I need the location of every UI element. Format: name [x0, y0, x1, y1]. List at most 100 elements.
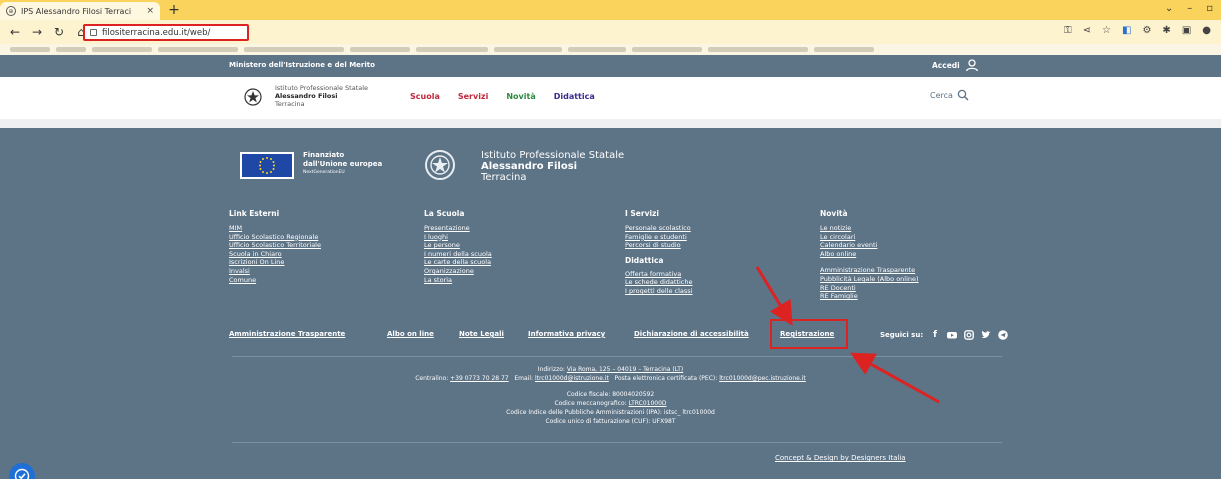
- extensions-puzzle-icon[interactable]: ✱: [1162, 25, 1170, 36]
- footer-link[interactable]: RE Famiglie: [820, 292, 919, 301]
- browser-tabstrip: ⊕ IPS Alessandro Filosi Terraci × + ⌄ – …: [0, 0, 1221, 20]
- bookmark-item[interactable]: [350, 47, 410, 52]
- new-tab-button[interactable]: +: [166, 2, 182, 18]
- footer-link[interactable]: Le carte della scuola: [424, 258, 492, 267]
- bookmark-item[interactable]: [10, 47, 50, 52]
- link-informativa-privacy[interactable]: Informativa privacy: [528, 330, 605, 338]
- instagram-icon[interactable]: [964, 330, 975, 340]
- social-links: Seguici su: f: [880, 330, 1008, 340]
- footer-link[interactable]: Amministrazione Trasparente: [820, 266, 919, 275]
- bookmark-item[interactable]: [494, 47, 562, 52]
- sidebar-icon[interactable]: ▣: [1182, 25, 1191, 36]
- email-link[interactable]: ltrc01000d@istruzione.it: [535, 375, 609, 382]
- close-tab-icon[interactable]: ×: [146, 6, 154, 16]
- phone-link[interactable]: +39 0773 70 28 77: [450, 375, 508, 382]
- search-label: Cerca: [930, 90, 953, 100]
- footer-link[interactable]: I luoghi: [424, 233, 492, 242]
- footer-link[interactable]: Ufficio Scolastico Territoriale: [229, 241, 321, 250]
- telegram-icon[interactable]: [998, 330, 1008, 340]
- bookmark-star-icon[interactable]: ☆: [1102, 25, 1111, 36]
- footer-link[interactable]: Le notizie: [820, 224, 919, 233]
- footer-divider: [232, 442, 1002, 443]
- site-footer: Finanziato dall'Unione europea NextGener…: [0, 128, 1221, 479]
- nav-scuola[interactable]: Scuola: [410, 92, 440, 101]
- extension-gear-icon[interactable]: ⚙: [1142, 25, 1151, 36]
- footer-link[interactable]: La storia: [424, 276, 492, 285]
- footer-link[interactable]: Invalsi: [229, 267, 321, 276]
- school-logo-text[interactable]: Istituto Professionale Statale Alessandr…: [275, 84, 368, 108]
- footer-link[interactable]: Comune: [229, 276, 321, 285]
- footer-link[interactable]: Organizzazione: [424, 267, 492, 276]
- footer-link[interactable]: Ufficio Scolastico Regionale: [229, 233, 321, 242]
- nav-novita[interactable]: Novità: [506, 92, 535, 101]
- republic-emblem-icon[interactable]: [244, 88, 262, 106]
- facebook-icon[interactable]: f: [930, 330, 940, 340]
- footer-link[interactable]: Offerta formativa: [625, 270, 692, 279]
- pec-link[interactable]: ltrc01000d@pec.istruzione.it: [719, 375, 806, 382]
- ministry-link[interactable]: Ministero dell'Istruzione e del Merito: [229, 61, 375, 69]
- footer-link[interactable]: Personale scolastico: [625, 224, 692, 233]
- forward-arrow-icon[interactable]: →: [26, 25, 48, 39]
- email-prefix: Email:: [514, 375, 535, 382]
- footer-link[interactable]: RE Docenti: [820, 284, 919, 293]
- bookmark-item[interactable]: [814, 47, 874, 52]
- twitter-icon[interactable]: [981, 330, 991, 340]
- footer-link[interactable]: Le schede didattiche: [625, 278, 692, 287]
- footer-link[interactable]: Scuola in Chiaro: [229, 250, 321, 259]
- back-arrow-icon[interactable]: ←: [4, 25, 26, 39]
- footer-link[interactable]: I progetti delle classi: [625, 287, 692, 296]
- bookmark-item[interactable]: [244, 47, 344, 52]
- nav-didattica[interactable]: Didattica: [554, 92, 595, 101]
- footer-link[interactable]: I numeri della scuola: [424, 250, 492, 259]
- bookmark-item[interactable]: [158, 47, 238, 52]
- footer-link[interactable]: Famiglie e studenti: [625, 233, 692, 242]
- maximize-icon[interactable]: ▫: [1206, 3, 1213, 14]
- search-button[interactable]: Cerca: [930, 89, 969, 101]
- bookmark-item[interactable]: [56, 47, 86, 52]
- bookmark-item[interactable]: [92, 47, 152, 52]
- footer-link[interactable]: Percorsi di studio: [625, 241, 692, 250]
- address-link[interactable]: Via Roma, 125 – 04019 – Terracina (LT): [567, 366, 683, 373]
- link-note-legali[interactable]: Note Legali: [459, 330, 504, 338]
- share-icon[interactable]: ⋖: [1083, 25, 1091, 36]
- footer-link[interactable]: Presentazione: [424, 224, 492, 233]
- bookmark-item[interactable]: [416, 47, 488, 52]
- footer-column-services: I Servizi Personale scolastico Famiglie …: [625, 209, 692, 296]
- extension-icon[interactable]: ◧: [1122, 25, 1131, 36]
- browser-tab[interactable]: ⊕ IPS Alessandro Filosi Terraci ×: [0, 2, 160, 20]
- login-button[interactable]: Accedi: [932, 58, 979, 72]
- bookmark-item[interactable]: [568, 47, 626, 52]
- footer-link[interactable]: MIM: [229, 224, 321, 233]
- eu-line-financed: Finanziato: [303, 151, 345, 159]
- footer-school-line3: Terracina: [481, 172, 527, 183]
- footer-link[interactable]: Iscrizioni On Line: [229, 258, 321, 267]
- logo-line-name: Alessandro Filosi: [275, 92, 338, 100]
- profile-avatar-icon[interactable]: ●: [1202, 25, 1211, 36]
- header-divider: [0, 119, 1221, 128]
- chevron-down-icon[interactable]: ⌄: [1165, 3, 1173, 14]
- window-controls: ⌄ – ▫: [1165, 3, 1213, 14]
- minimize-icon[interactable]: –: [1187, 3, 1192, 14]
- bookmark-item[interactable]: [632, 47, 702, 52]
- footer-link[interactable]: Le circolari: [820, 233, 919, 242]
- eu-funding-text: Finanziato dall'Unione europea NextGener…: [303, 151, 382, 178]
- footer-link[interactable]: Le persone: [424, 241, 492, 250]
- address-bar[interactable]: filositerracina.edu.it/web/: [83, 24, 249, 41]
- youtube-icon[interactable]: [947, 330, 958, 340]
- footer-link[interactable]: Pubblicità Legale (Albo online): [820, 275, 919, 284]
- footer-link[interactable]: Albo online: [820, 250, 919, 259]
- footer-link[interactable]: Calendario eventi: [820, 241, 919, 250]
- bookmark-item[interactable]: [708, 47, 808, 52]
- designers-italia-credits[interactable]: Concept & Design by Designers Italia: [775, 454, 906, 462]
- reload-icon[interactable]: ↻: [48, 25, 70, 39]
- phone-prefix: Centralino:: [415, 375, 451, 382]
- footer-school-name: Istituto Professionale Statale Alessandr…: [481, 150, 624, 183]
- footer-column-news: Novità Le notizie Le circolari Calendari…: [820, 209, 919, 301]
- nav-servizi[interactable]: Servizi: [458, 92, 489, 101]
- link-dichiarazione-accessibilita[interactable]: Dichiarazione di accessibilità: [634, 330, 749, 338]
- address-bar-url: filositerracina.edu.it/web/: [102, 27, 211, 38]
- mecc-link[interactable]: LTRC01000D: [629, 400, 667, 407]
- password-key-icon[interactable]: ⚿: [1064, 25, 1072, 36]
- link-albo-online[interactable]: Albo on line: [387, 330, 434, 338]
- link-amministrazione-trasparente[interactable]: Amministrazione Trasparente: [229, 330, 345, 338]
